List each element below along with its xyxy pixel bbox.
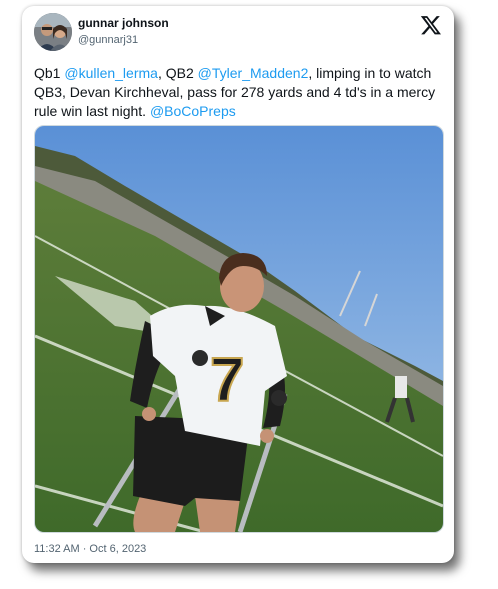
x-logo-icon[interactable] — [420, 14, 442, 36]
author-name[interactable]: gunnar johnson — [78, 16, 169, 30]
tweet-timestamp[interactable]: 11:32 AM · Oct 6, 2023 — [34, 543, 146, 555]
avatar[interactable] — [34, 13, 72, 51]
mention-link[interactable]: @Tyler_Madden2 — [198, 65, 309, 81]
tweet-text-part: , QB2 — [157, 65, 198, 81]
tweet-card: gunnar johnson @gunnarj31 Qb1 @kullen_le… — [22, 6, 454, 563]
jersey-number: 7 — [210, 346, 244, 415]
mention-link[interactable]: @kullen_lerma — [64, 65, 158, 81]
author-handle[interactable]: @gunnarj31 — [78, 34, 138, 46]
mention-link[interactable]: @BoCoPreps — [150, 103, 236, 119]
tweet-text: Qb1 @kullen_lerma, QB2 @Tyler_Madden2, l… — [34, 64, 442, 121]
tweet-text-part: Qb1 — [34, 65, 65, 81]
tweet-photo[interactable]: 7 — [34, 125, 444, 533]
